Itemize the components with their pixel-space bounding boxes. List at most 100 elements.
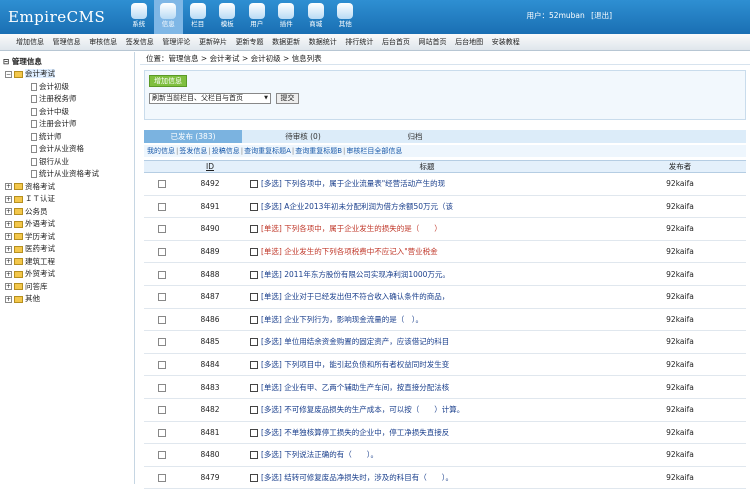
- breadcrumb-item[interactable]: 管理信息: [169, 54, 199, 63]
- tree-node[interactable]: 会计从业资格: [3, 143, 134, 156]
- filter-link-2[interactable]: 投稿信息: [212, 147, 240, 155]
- tree-node[interactable]: 注册税务师: [3, 93, 134, 106]
- menu-item-5[interactable]: 更新碎片: [199, 37, 227, 47]
- tree-node[interactable]: 会计初级: [3, 81, 134, 94]
- menu-item-3[interactable]: 签发信息: [126, 37, 154, 47]
- menu-item-9[interactable]: 排行统计: [345, 37, 373, 47]
- row-title-link[interactable]: [多选] 不可修复废品损失的生产成本，可以按（ ）计算。: [261, 405, 464, 414]
- tree-node[interactable]: + 公务员: [3, 206, 134, 219]
- expand-icon[interactable]: +: [5, 233, 12, 240]
- filter-link-4[interactable]: 查询重复标题B: [295, 147, 342, 155]
- row-checkbox[interactable]: [158, 451, 166, 460]
- nav-item-5[interactable]: 插件: [272, 0, 302, 34]
- expand-icon[interactable]: +: [5, 283, 12, 290]
- row-checkbox[interactable]: [158, 361, 166, 370]
- edit-icon[interactable]: [250, 248, 258, 257]
- expand-icon[interactable]: +: [5, 220, 12, 228]
- edit-icon[interactable]: [250, 406, 258, 415]
- nav-item-6[interactable]: 商城: [301, 0, 331, 34]
- edit-icon[interactable]: [250, 474, 258, 483]
- edit-icon[interactable]: [250, 338, 258, 347]
- nav-item-3[interactable]: 模板: [213, 0, 243, 34]
- tree-node[interactable]: + 医药考试: [3, 243, 134, 256]
- row-checkbox[interactable]: [158, 202, 166, 211]
- row-title-link[interactable]: [单选] 企业对于已经发出但不符合收入确认条件的商品，: [261, 292, 449, 301]
- row-title-link[interactable]: [多选] 下列说法正确的有（ ）。: [261, 450, 378, 459]
- expand-icon[interactable]: +: [5, 295, 12, 303]
- edit-icon[interactable]: [250, 383, 258, 392]
- expand-icon[interactable]: +: [5, 270, 12, 278]
- header-id[interactable]: ID: [180, 161, 240, 172]
- tree-node[interactable]: 会计中级: [3, 106, 134, 119]
- menu-item-2[interactable]: 审核信息: [89, 37, 117, 47]
- row-checkbox[interactable]: [158, 270, 166, 279]
- tree-node[interactable]: + ＩＴ认证: [3, 193, 134, 206]
- edit-icon[interactable]: [250, 270, 258, 279]
- nav-item-4[interactable]: 用户: [242, 0, 272, 34]
- row-checkbox[interactable]: [158, 383, 166, 392]
- tree-node[interactable]: 银行从业: [3, 156, 134, 169]
- tree-root[interactable]: ⊟ 管理信息: [3, 56, 134, 67]
- tree-node[interactable]: + 外贸考试: [3, 268, 134, 281]
- row-checkbox[interactable]: [158, 406, 166, 415]
- tree-node[interactable]: + 问答库: [3, 281, 134, 294]
- menu-item-6[interactable]: 更新专题: [236, 37, 264, 47]
- breadcrumb-item[interactable]: 会计初级: [251, 54, 281, 63]
- row-title-link[interactable]: [多选] 不单独核算停工损失的企业中，停工净损失直接反: [261, 428, 449, 437]
- menu-item-4[interactable]: 管理评论: [162, 37, 190, 47]
- expand-icon[interactable]: +: [5, 195, 12, 203]
- edit-icon[interactable]: [250, 180, 258, 189]
- row-checkbox[interactable]: [158, 225, 166, 234]
- tree-node[interactable]: − 会计考试: [3, 68, 134, 81]
- menu-item-11[interactable]: 网站首页: [419, 37, 447, 47]
- collapse-icon[interactable]: −: [5, 70, 12, 78]
- menu-item-12[interactable]: 后台地图: [455, 37, 483, 47]
- row-checkbox[interactable]: [158, 315, 166, 324]
- edit-icon[interactable]: [250, 202, 258, 211]
- row-title-link[interactable]: [单选] 2011年东方股份有限公司实现净利润1000万元。: [261, 270, 450, 279]
- edit-icon[interactable]: [250, 428, 258, 437]
- row-checkbox[interactable]: [158, 338, 166, 347]
- tree-node[interactable]: + 学历考试: [3, 231, 134, 244]
- nav-item-7[interactable]: 其他: [331, 0, 361, 34]
- filter-link-0[interactable]: 我的信息: [147, 147, 175, 155]
- row-title-link[interactable]: [多选] A企业2013年初未分配利润为借方余额50万元（该: [261, 202, 453, 211]
- refresh-select[interactable]: 刷新当前栏目、父栏目与首页: [149, 93, 271, 104]
- nav-item-2[interactable]: 栏目: [183, 0, 213, 34]
- menu-item-1[interactable]: 管理信息: [53, 37, 81, 47]
- menu-item-10[interactable]: 后台首页: [382, 37, 410, 47]
- filter-link-5[interactable]: 审核栏目全部信息: [346, 147, 402, 155]
- row-checkbox[interactable]: [158, 474, 166, 483]
- nav-item-1[interactable]: 信息: [153, 0, 183, 34]
- row-title-link[interactable]: [多选] 下列项目中，能引起负债和所有者权益同时发生变: [261, 360, 449, 369]
- expand-icon[interactable]: +: [5, 258, 12, 265]
- tab-2[interactable]: 归档: [364, 130, 466, 143]
- tree-node[interactable]: + 建筑工程: [3, 256, 134, 269]
- row-title-link[interactable]: [多选] 单位用结余资金购置的固定资产，应该借记的科目: [261, 337, 449, 346]
- filter-link-3[interactable]: 查询重复标题A: [244, 147, 291, 155]
- breadcrumb-item[interactable]: 信息列表: [292, 54, 322, 63]
- tree-node[interactable]: 统计从业资格考试: [3, 168, 134, 181]
- tree-node[interactable]: + 外语考试: [3, 218, 134, 231]
- row-title-link[interactable]: [单选] 企业下列行为，影响现金流量的是（ ）。: [261, 315, 423, 324]
- tree-node[interactable]: + 其他: [3, 293, 134, 306]
- row-checkbox[interactable]: [158, 180, 166, 189]
- menu-item-7[interactable]: 数据更新: [272, 37, 300, 47]
- row-checkbox[interactable]: [158, 293, 166, 302]
- tab-0[interactable]: 已发布 (383): [144, 130, 242, 143]
- row-title-link[interactable]: [多选] 下列各项中，属于企业流量表"经营活动产生的现: [261, 179, 445, 188]
- breadcrumb-item[interactable]: 会计考试: [210, 54, 240, 63]
- row-title-link[interactable]: [单选] 企业发生的下列各项税费中不应记入"营业税金: [261, 247, 438, 256]
- tree-node[interactable]: + 资格考试: [3, 181, 134, 194]
- logout-link[interactable]: [退出]: [591, 11, 612, 20]
- row-title-link[interactable]: [多选] 结转可修复废品净损失时，涉及的科目有（ ）。: [261, 473, 453, 482]
- tree-node[interactable]: 注册会计师: [3, 118, 134, 131]
- edit-icon[interactable]: [250, 293, 258, 302]
- add-info-button[interactable]: 增加信息: [149, 75, 187, 87]
- edit-icon[interactable]: [250, 315, 258, 324]
- row-checkbox[interactable]: [158, 248, 166, 257]
- expand-icon[interactable]: +: [5, 208, 12, 215]
- menu-item-0[interactable]: 增加信息: [16, 37, 44, 47]
- tab-1[interactable]: 待审核 (0): [242, 130, 364, 143]
- menu-item-8[interactable]: 数据统计: [309, 37, 337, 47]
